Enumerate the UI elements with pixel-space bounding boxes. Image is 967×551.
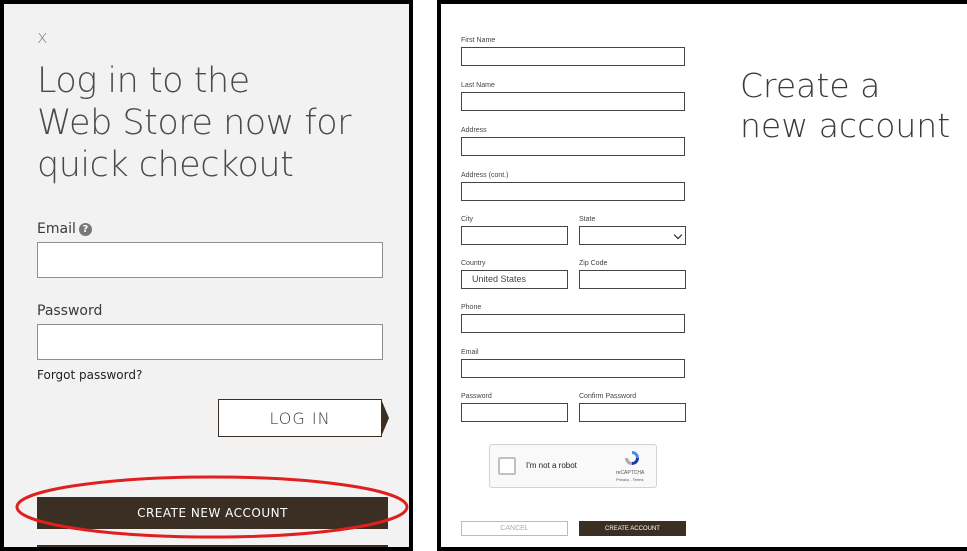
signup-panel: First Name Last Name Address Address (co…	[437, 0, 967, 551]
address2-input[interactable]	[461, 182, 685, 201]
close-button[interactable]: x	[37, 27, 48, 48]
signup-email-input[interactable]	[461, 359, 685, 378]
state-label: State	[579, 216, 596, 223]
confirm-password-label: Confirm Password	[579, 393, 637, 400]
address2-label: Address (cont.)	[461, 172, 509, 179]
password-input[interactable]	[37, 324, 383, 360]
country-input[interactable]: United States	[461, 270, 568, 289]
email-label: Email	[37, 221, 76, 237]
zip-input[interactable]	[579, 270, 686, 289]
phone-input[interactable]	[461, 314, 685, 333]
email-input[interactable]	[37, 242, 383, 278]
address-input[interactable]	[461, 137, 685, 156]
create-account-heading: Create a new account	[740, 66, 951, 145]
last-name-label: Last Name	[461, 82, 495, 89]
first-name-label: First Name	[461, 37, 496, 44]
login-button-label: LOG IN	[269, 408, 331, 428]
country-value: United States	[472, 274, 527, 284]
phone-label: Phone	[461, 304, 482, 311]
email-label-wrap: Email?	[37, 221, 92, 237]
cancel-button[interactable]: CANCEL	[461, 521, 568, 536]
city-label: City	[461, 216, 474, 223]
create-new-account-label: CREATE NEW ACCOUNT	[137, 506, 288, 520]
help-icon[interactable]: ?	[78, 222, 92, 236]
recaptcha-links[interactable]: Privacy - Terms	[616, 477, 643, 482]
state-select[interactable]	[579, 226, 686, 245]
create-new-account-button[interactable]: CREATE NEW ACCOUNT	[37, 497, 388, 529]
signup-password-input[interactable]	[461, 403, 568, 422]
recaptcha-logo-icon	[625, 451, 639, 465]
forgot-password-link[interactable]: Forgot password?	[37, 368, 142, 382]
login-arrow-icon	[381, 399, 389, 437]
login-button[interactable]: LOG IN	[218, 399, 389, 437]
zip-label: Zip Code	[579, 260, 608, 267]
recaptcha-text: I'm not a robot	[526, 461, 577, 470]
password-label: Password	[37, 303, 103, 319]
signup-email-label: Email	[461, 349, 479, 356]
recaptcha-checkbox[interactable]	[498, 457, 516, 475]
address-label: Address	[461, 127, 487, 134]
confirm-password-input[interactable]	[579, 403, 686, 422]
login-headline: Log in to the Web Store now for quick ch…	[37, 61, 352, 185]
recaptcha-brand: reCAPTCHA	[616, 470, 645, 476]
signup-password-label: Password	[461, 393, 492, 400]
create-account-button[interactable]: CREATE ACCOUNT	[579, 521, 686, 536]
recaptcha-widget: I'm not a robot reCAPTCHA Privacy - Term…	[489, 444, 657, 488]
bottom-divider	[37, 545, 388, 547]
first-name-input[interactable]	[461, 47, 685, 66]
login-panel: x Log in to the Web Store now for quick …	[0, 0, 413, 551]
last-name-input[interactable]	[461, 92, 685, 111]
country-label: Country	[461, 260, 486, 267]
chevron-down-icon	[673, 230, 683, 240]
city-input[interactable]	[461, 226, 568, 245]
